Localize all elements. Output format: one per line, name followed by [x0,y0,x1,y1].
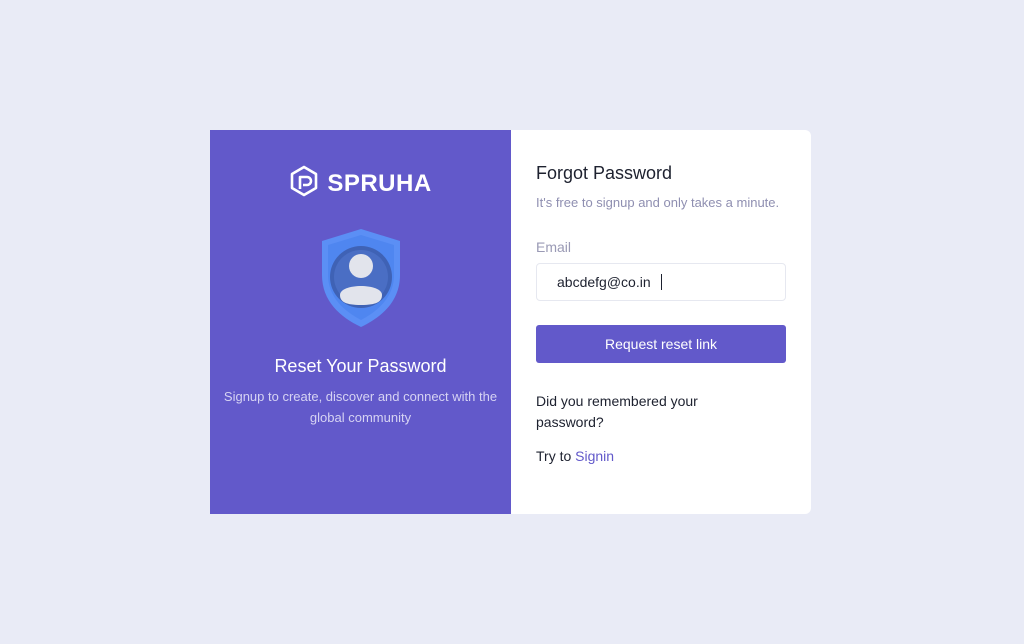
brand-name: SPRUHA [327,169,432,197]
remember-question: Did you remembered your password? [536,393,698,430]
brand-panel: SPRUHA Reset Your Password Signup to cre… [210,130,511,514]
email-field-value: abcdefg@co.in [557,274,651,290]
form-title: Forgot Password [536,163,673,183]
logo-hexagon-icon [289,165,319,202]
text-caret [660,274,662,290]
shield-user-icon [320,227,402,334]
reset-password-card: SPRUHA Reset Your Password Signup to cre… [210,130,811,514]
form-subtitle: It's free to signup and only takes a min… [536,195,780,210]
email-field[interactable]: abcdefg@co.in [536,263,786,301]
form-panel: Forgot Password It's free to signup and … [511,130,811,514]
email-label: Email [536,239,572,255]
panel-subtitle: Signup to create, discover and connect w… [223,389,498,425]
panel-title: Reset Your Password [274,356,447,376]
signin-link[interactable]: Signin [575,448,614,464]
request-reset-link-button[interactable]: Request reset link [536,325,786,363]
signin-prompt-text: Try to [536,448,572,464]
signin-prompt: Try to Signin [536,448,786,464]
brand-logo: SPRUHA [289,165,431,202]
